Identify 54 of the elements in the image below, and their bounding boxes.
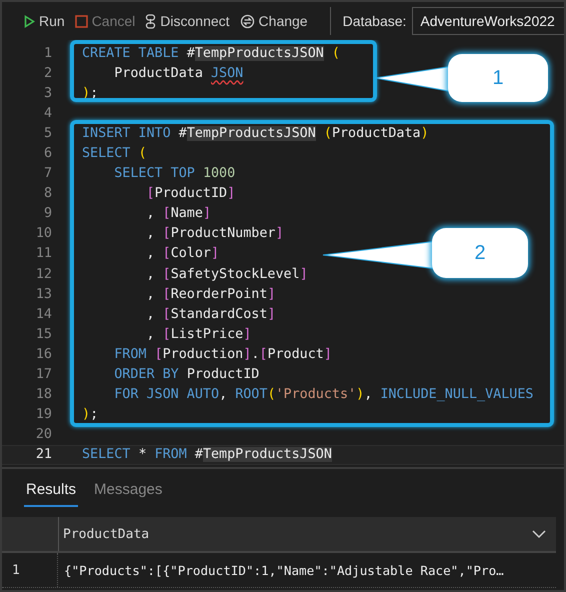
database-label: Database: bbox=[342, 13, 406, 29]
line-number: 2 bbox=[42, 66, 52, 81]
code-line: , [SafetyStockLevel] bbox=[145, 266, 308, 282]
line-number: 16 bbox=[34, 346, 52, 362]
code-line: SELECT * FROM #TempProductsJSON bbox=[82, 447, 332, 462]
results-tab[interactable]: Messages bbox=[92, 479, 164, 507]
code-line: , [ProductNumber] bbox=[145, 226, 284, 242]
code-line: FROM [Production].[Product] bbox=[113, 346, 332, 362]
code-line: CREATE TABLE #TempProductsJSON ( bbox=[82, 46, 340, 61]
line-number: 17 bbox=[34, 367, 52, 382]
line-number: 13 bbox=[34, 286, 52, 302]
play-icon bbox=[24, 14, 35, 28]
code-line: FOR JSON AUTO, ROOT('Products'), INCLUDE_NULL_VALUES bbox=[113, 387, 534, 402]
line-number: 20 bbox=[34, 427, 52, 442]
line-number: 11 bbox=[34, 246, 52, 262]
row-number: 1 bbox=[2, 553, 58, 587]
chain-icon bbox=[145, 14, 156, 28]
line-number: 14 bbox=[34, 306, 52, 322]
table-cell[interactable]: {"Products":[{"ProductID":1,"Name":"Adjustable Race","Pro… bbox=[58, 562, 556, 578]
code-line: ); bbox=[82, 407, 98, 422]
code-line: INSERT INTO #TempProductsJSON (ProductData) bbox=[82, 126, 429, 141]
line-number: 21 bbox=[34, 447, 52, 462]
line-number: 8 bbox=[42, 186, 52, 202]
code-line: , [ReorderPoint] bbox=[145, 286, 276, 302]
code-line: , [Name] bbox=[145, 206, 211, 222]
database-dropdown[interactable]: AdventureWorks2022 bbox=[412, 7, 564, 35]
stop-icon bbox=[74, 14, 88, 28]
line-number: 1 bbox=[42, 46, 52, 61]
code-line: SELECT TOP 1000 bbox=[113, 166, 236, 182]
line-number: 9 bbox=[42, 206, 52, 222]
line-number: 3 bbox=[42, 86, 52, 101]
callout-bubble: 2 bbox=[432, 228, 528, 278]
code-line: [ProductID] bbox=[145, 186, 236, 202]
run-button[interactable]: Run bbox=[22, 11, 67, 31]
line-number: 15 bbox=[34, 326, 52, 342]
line-number: 6 bbox=[42, 146, 52, 162]
code-line: SELECT ( bbox=[82, 146, 146, 162]
code-line: ORDER BY ProductID bbox=[113, 367, 260, 382]
line-number: 19 bbox=[34, 407, 52, 422]
line-number: 4 bbox=[42, 106, 52, 121]
line-number: 5 bbox=[42, 126, 52, 141]
line-number: 12 bbox=[34, 266, 52, 282]
code-line: ProductData JSON bbox=[113, 66, 244, 81]
line-number: 18 bbox=[34, 387, 52, 402]
line-number: 10 bbox=[34, 226, 52, 242]
code-line: , [ListPrice] bbox=[145, 326, 252, 342]
change-button[interactable]: Change bbox=[238, 11, 310, 31]
line-number: 7 bbox=[42, 166, 52, 182]
results-tab[interactable]: Results bbox=[24, 479, 78, 507]
code-line: , [StandardCost] bbox=[145, 306, 276, 322]
code-line: , [Color] bbox=[145, 246, 220, 262]
disconnect-button[interactable]: Disconnect bbox=[143, 11, 232, 31]
chevron-down-icon bbox=[532, 530, 546, 538]
swap-icon bbox=[240, 14, 255, 28]
